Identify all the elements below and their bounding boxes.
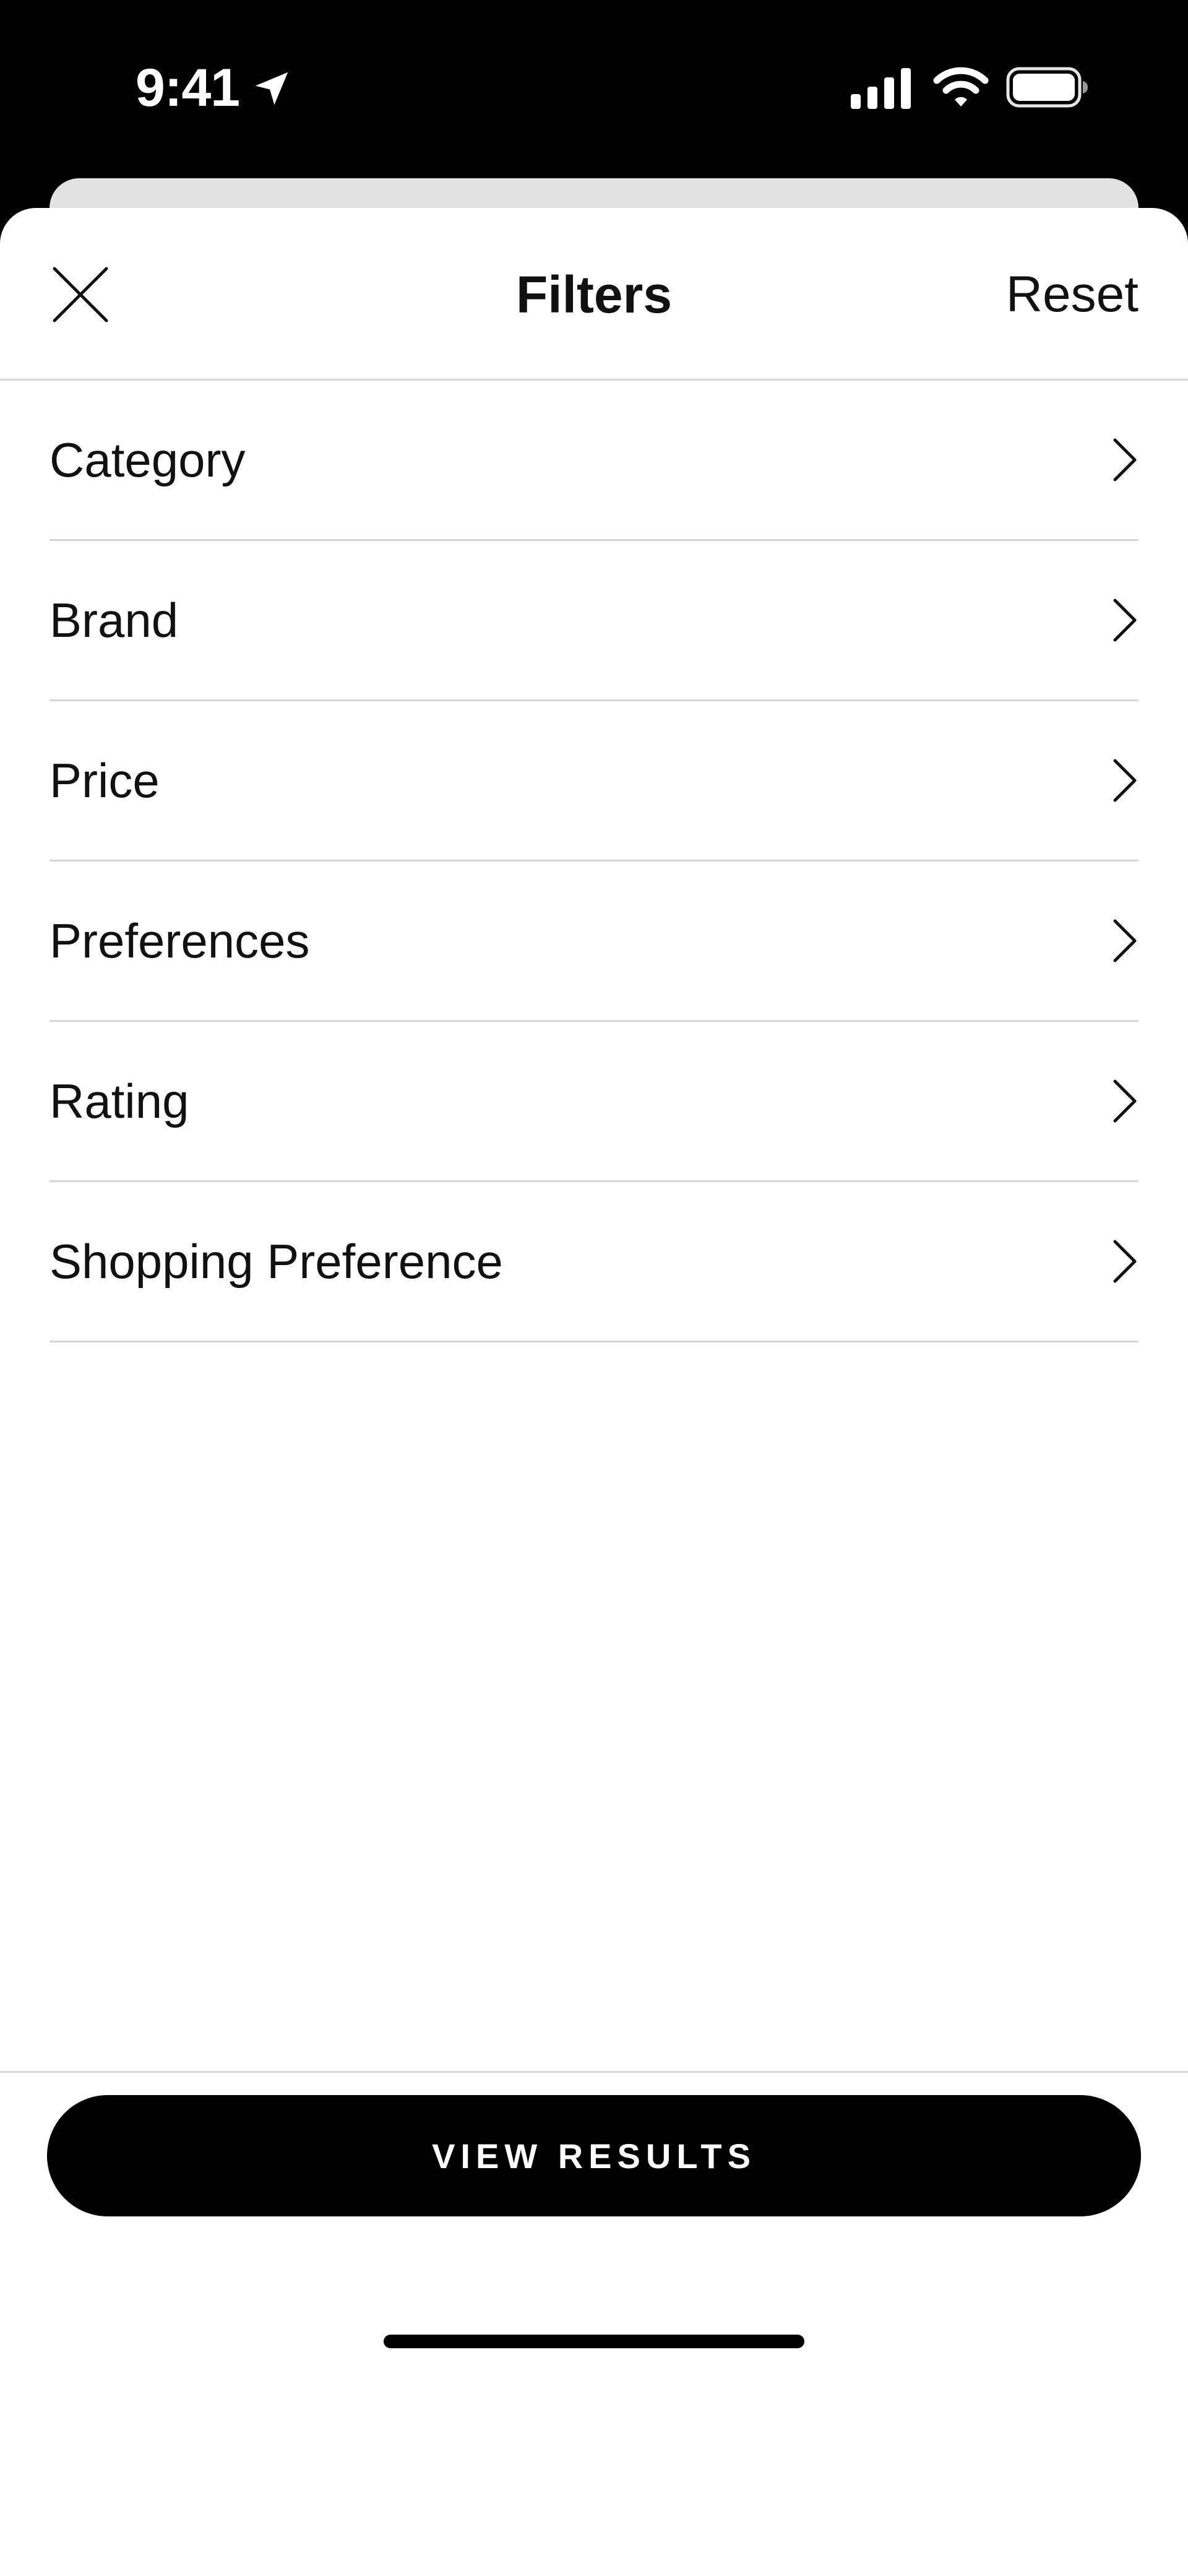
filter-label: Shopping Preference: [50, 1234, 503, 1289]
filter-label: Preferences: [50, 914, 310, 968]
filter-row-rating[interactable]: Rating: [50, 1022, 1138, 1182]
filter-row-category[interactable]: Category: [50, 381, 1138, 541]
footer-bar: VIEW RESULTS: [0, 2071, 1188, 2370]
filter-row-price[interactable]: Price: [50, 701, 1138, 862]
reset-button[interactable]: Reset: [1006, 264, 1138, 326]
battery-icon: [1006, 67, 1088, 108]
chevron-right-icon: [1113, 759, 1137, 802]
filter-label: Category: [50, 433, 246, 487]
status-time: 9:41: [136, 58, 240, 118]
close-icon: [53, 267, 108, 322]
filter-label: Rating: [50, 1074, 189, 1128]
close-button[interactable]: [43, 257, 118, 332]
cellular-signal-icon: [851, 68, 911, 109]
chevron-right-icon: [1113, 919, 1137, 962]
chevron-right-icon: [1113, 438, 1137, 482]
wifi-icon: [933, 67, 989, 106]
filter-label: Brand: [50, 593, 179, 647]
filter-list: Category Brand Price Preferences Rating: [50, 381, 1138, 1342]
chevron-right-icon: [1113, 599, 1137, 642]
chevron-right-icon: [1113, 1240, 1137, 1283]
filters-header: Filters Reset: [0, 208, 1188, 381]
home-indicator: [384, 2335, 804, 2348]
view-results-button[interactable]: VIEW RESULTS: [47, 2095, 1141, 2216]
filter-row-preferences[interactable]: Preferences: [50, 862, 1138, 1022]
filter-row-shopping-preference[interactable]: Shopping Preference: [50, 1182, 1138, 1342]
chevron-right-icon: [1113, 1079, 1137, 1123]
location-arrow-icon: [255, 72, 288, 105]
filter-row-brand[interactable]: Brand: [50, 541, 1138, 701]
status-bar: 9:41: [0, 0, 1188, 179]
page-title: Filters: [515, 266, 673, 324]
filter-label: Price: [50, 753, 160, 808]
